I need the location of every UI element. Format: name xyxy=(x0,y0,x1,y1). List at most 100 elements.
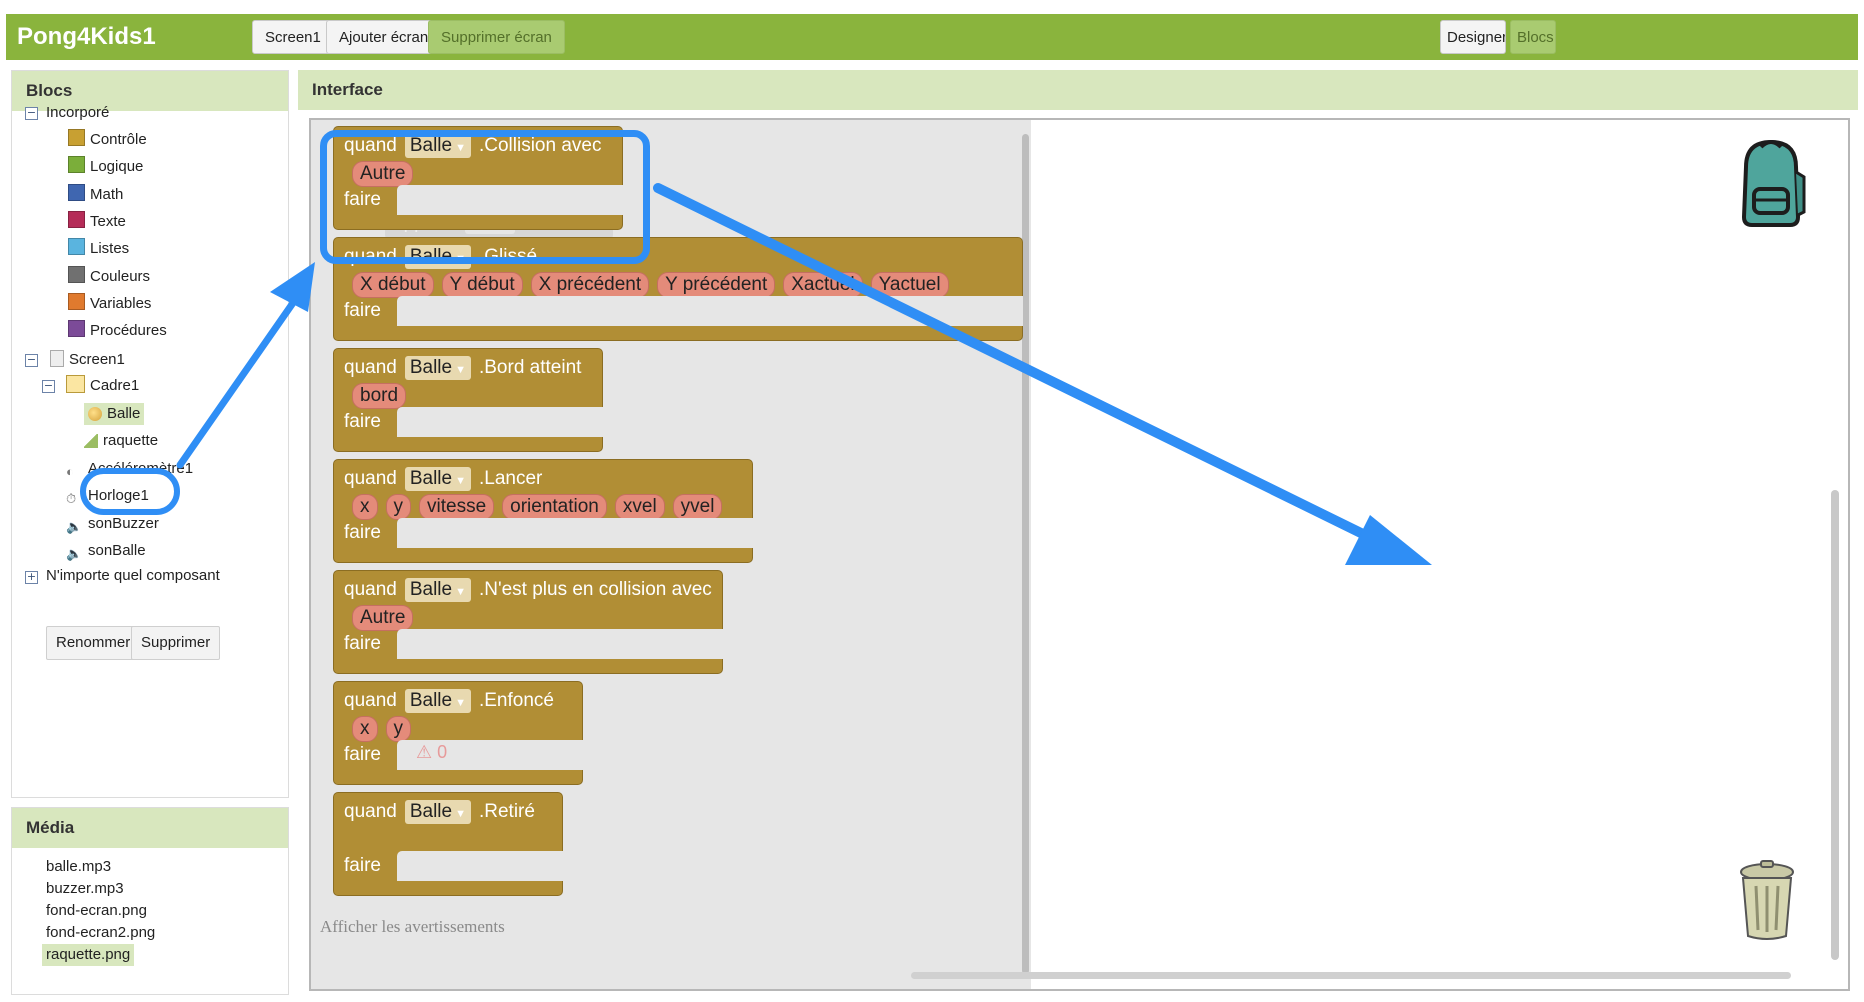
category-0[interactable]: Contrôle xyxy=(68,129,147,151)
component-dropdown[interactable]: Balle ▼ xyxy=(404,800,471,824)
category-label: Logique xyxy=(90,158,144,176)
block-header-row: quand Balle ▼ .Bord atteint xyxy=(344,355,589,381)
event-parameter[interactable]: Yactuel xyxy=(870,272,949,298)
tree-component-3[interactable]: 🔈 sonBalle xyxy=(66,540,146,562)
component-dropdown-label: Balle xyxy=(409,579,453,600)
block-params-row: xy xyxy=(352,716,419,742)
flung-event-block[interactable]: quand Balle ▼ .Lancer x y vitesse orientation xv… xyxy=(333,459,753,563)
do-statement-slot[interactable] xyxy=(397,296,1023,326)
remove-screen-button[interactable]: Supprimer écran xyxy=(428,20,565,54)
show-warnings-toggle[interactable]: Afficher les avertissements xyxy=(320,917,505,937)
category-color-icon xyxy=(68,265,85,283)
backpack-icon[interactable] xyxy=(1726,137,1816,232)
event-parameter[interactable]: Xactuel xyxy=(783,272,863,298)
do-keyword: faire xyxy=(344,744,381,765)
block-header-row: quand Balle ▼ .Lancer xyxy=(344,466,550,492)
tree-component-label: sonBalle xyxy=(88,541,146,559)
category-color-icon xyxy=(68,238,85,256)
do-keyword: faire xyxy=(344,411,381,432)
block-params-row: x y vitesse orientation xvel yvel xyxy=(352,494,730,520)
do-keyword: faire xyxy=(344,633,381,654)
flyout-scrollbar[interactable] xyxy=(1022,134,1029,974)
event-parameter[interactable]: x xyxy=(352,716,378,742)
block-do-row: faire xyxy=(344,520,389,546)
do-keyword: faire xyxy=(344,522,381,543)
tree-canvas[interactable]: Cadre1 xyxy=(66,375,139,397)
when-keyword: quand xyxy=(344,468,397,489)
workspace-horizontal-scrollbar[interactable] xyxy=(911,972,1791,979)
component-dropdown[interactable]: Balle ▼ xyxy=(404,467,471,491)
event-parameter[interactable]: x xyxy=(352,494,378,520)
collapse-canvas-toggle[interactable]: − xyxy=(42,380,55,393)
no-longer-colliding-event-block[interactable]: quand Balle ▼ .N'est plus en collision avec… xyxy=(333,570,723,674)
tree-ball-label: Balle xyxy=(107,405,141,422)
sound-icon: 🔈 xyxy=(66,545,83,561)
media-file[interactable]: fond-ecran2.png xyxy=(46,922,155,944)
tree-component-2[interactable]: 🔈 sonBuzzer xyxy=(66,513,159,535)
warning-icon[interactable]: ⚠ 0 xyxy=(416,742,447,763)
event-parameter[interactable]: Y précédent xyxy=(657,272,776,298)
chevron-down-icon: ▼ xyxy=(455,808,466,820)
component-dropdown[interactable]: Balle ▼ xyxy=(404,689,471,713)
media-file[interactable]: buzzer.mp3 xyxy=(46,878,124,900)
media-file[interactable]: raquette.png xyxy=(42,944,135,966)
category-color-icon xyxy=(68,292,85,310)
event-parameter[interactable]: xvel xyxy=(614,494,665,520)
touch-down-event-block[interactable]: quand Balle ▼ .Enfoncé x y faire xyxy=(333,681,583,785)
do-keyword: faire xyxy=(344,300,381,321)
blocks-button[interactable]: Blocs xyxy=(1510,20,1556,54)
do-keyword: faire xyxy=(344,855,381,876)
category-label: Variables xyxy=(90,294,152,312)
do-statement-slot[interactable] xyxy=(397,518,753,548)
do-statement-slot[interactable] xyxy=(397,629,723,659)
component-dropdown-label: Balle xyxy=(409,690,453,711)
chevron-down-icon: ▼ xyxy=(455,586,466,598)
highlight-ball-component xyxy=(80,468,180,515)
trash-icon[interactable] xyxy=(1736,860,1798,942)
collapse-builtin-toggle[interactable]: − xyxy=(25,107,38,120)
component-dropdown[interactable]: Balle ▼ xyxy=(404,578,471,602)
touch-up-event-block[interactable]: quand Balle ▼ .Retiré faire xyxy=(333,792,563,896)
event-parameter[interactable]: yvel xyxy=(672,494,723,520)
event-parameter[interactable]: orientation xyxy=(502,494,607,520)
tree-any-component[interactable]: N'importe quel composant xyxy=(46,565,220,587)
category-3[interactable]: Texte xyxy=(68,210,126,233)
event-parameter[interactable]: Y début xyxy=(441,272,523,298)
category-7[interactable]: Procédures xyxy=(68,320,167,342)
event-parameter[interactable]: bord xyxy=(352,383,407,409)
edge-reached-event-block[interactable]: quand Balle ▼ .Bord atteint bord faire xyxy=(333,348,603,452)
expand-any-component-toggle[interactable]: + xyxy=(25,571,38,584)
workspace-vertical-scrollbar[interactable] xyxy=(1831,490,1839,960)
delete-button[interactable]: Supprimer xyxy=(131,626,221,660)
event-parameter[interactable]: X précédent xyxy=(530,272,650,298)
category-6[interactable]: Variables xyxy=(68,292,152,315)
screen-select-label: Screen1 xyxy=(265,29,321,46)
do-statement-slot[interactable] xyxy=(397,407,603,437)
tree-ball[interactable]: Balle xyxy=(84,403,145,425)
component-dropdown-label: Balle xyxy=(409,357,453,378)
component-dropdown[interactable]: Balle ▼ xyxy=(404,356,471,380)
sprite-icon xyxy=(84,434,98,448)
tree-screen1[interactable]: Screen1 xyxy=(50,349,125,371)
event-parameter[interactable]: X début xyxy=(352,272,434,298)
tree-paddle[interactable]: raquette xyxy=(84,430,158,452)
do-statement-slot[interactable] xyxy=(397,851,563,881)
collapse-screen-toggle[interactable]: − xyxy=(25,354,38,367)
event-parameter[interactable]: vitesse xyxy=(419,494,495,520)
designer-button[interactable]: Designer xyxy=(1440,20,1506,54)
category-1[interactable]: Logique xyxy=(68,156,143,178)
chevron-down-icon: ▼ xyxy=(455,364,466,376)
when-keyword: quand xyxy=(344,801,397,822)
event-parameter[interactable]: y xyxy=(385,716,411,742)
category-2[interactable]: Math xyxy=(68,183,123,206)
event-parameter[interactable]: Autre xyxy=(352,605,414,631)
rename-button[interactable]: Renommer xyxy=(46,626,141,660)
category-4[interactable]: Listes xyxy=(68,238,129,260)
tree-builtin[interactable]: Incorporé xyxy=(46,102,109,124)
media-file[interactable]: fond-ecran.png xyxy=(46,900,147,922)
media-file[interactable]: balle.mp3 xyxy=(46,856,111,878)
block-header-row: quand Balle ▼ .N'est plus en collision avec xyxy=(344,577,720,603)
category-5[interactable]: Couleurs xyxy=(68,265,150,288)
screen-icon xyxy=(50,350,64,367)
event-parameter[interactable]: y xyxy=(385,494,411,520)
